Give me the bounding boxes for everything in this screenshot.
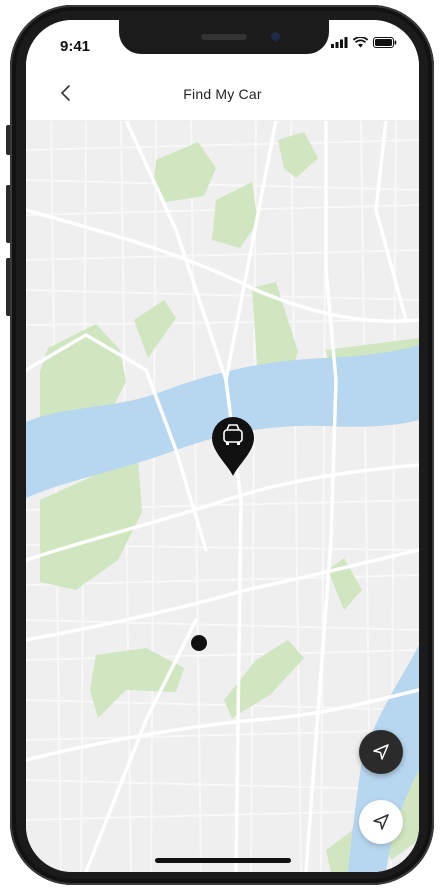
speaker (201, 34, 247, 40)
navigation-arrow-outline-icon (373, 814, 389, 830)
car-location-pin-icon (212, 417, 254, 476)
navigation-arrow-icon (373, 744, 389, 760)
home-indicator[interactable] (155, 858, 291, 863)
recenter-location-button[interactable] (359, 800, 403, 844)
signal-icon (331, 37, 348, 48)
front-camera (271, 32, 280, 41)
battery-icon (373, 37, 397, 48)
current-location-dot (191, 635, 207, 651)
app-screen: 9:41 Find My Car (26, 20, 419, 872)
nav-header: Find My Car (26, 68, 419, 121)
status-bar: 9:41 (26, 20, 419, 68)
notch (119, 20, 329, 54)
phone-device: 9:41 Find My Car (0, 0, 444, 889)
status-icons (331, 37, 397, 48)
status-time: 9:41 (60, 38, 91, 55)
navigate-to-car-button[interactable] (359, 730, 403, 774)
page-title: Find My Car (183, 86, 262, 102)
wifi-icon (353, 37, 368, 48)
car-location-pin[interactable] (210, 415, 256, 477)
